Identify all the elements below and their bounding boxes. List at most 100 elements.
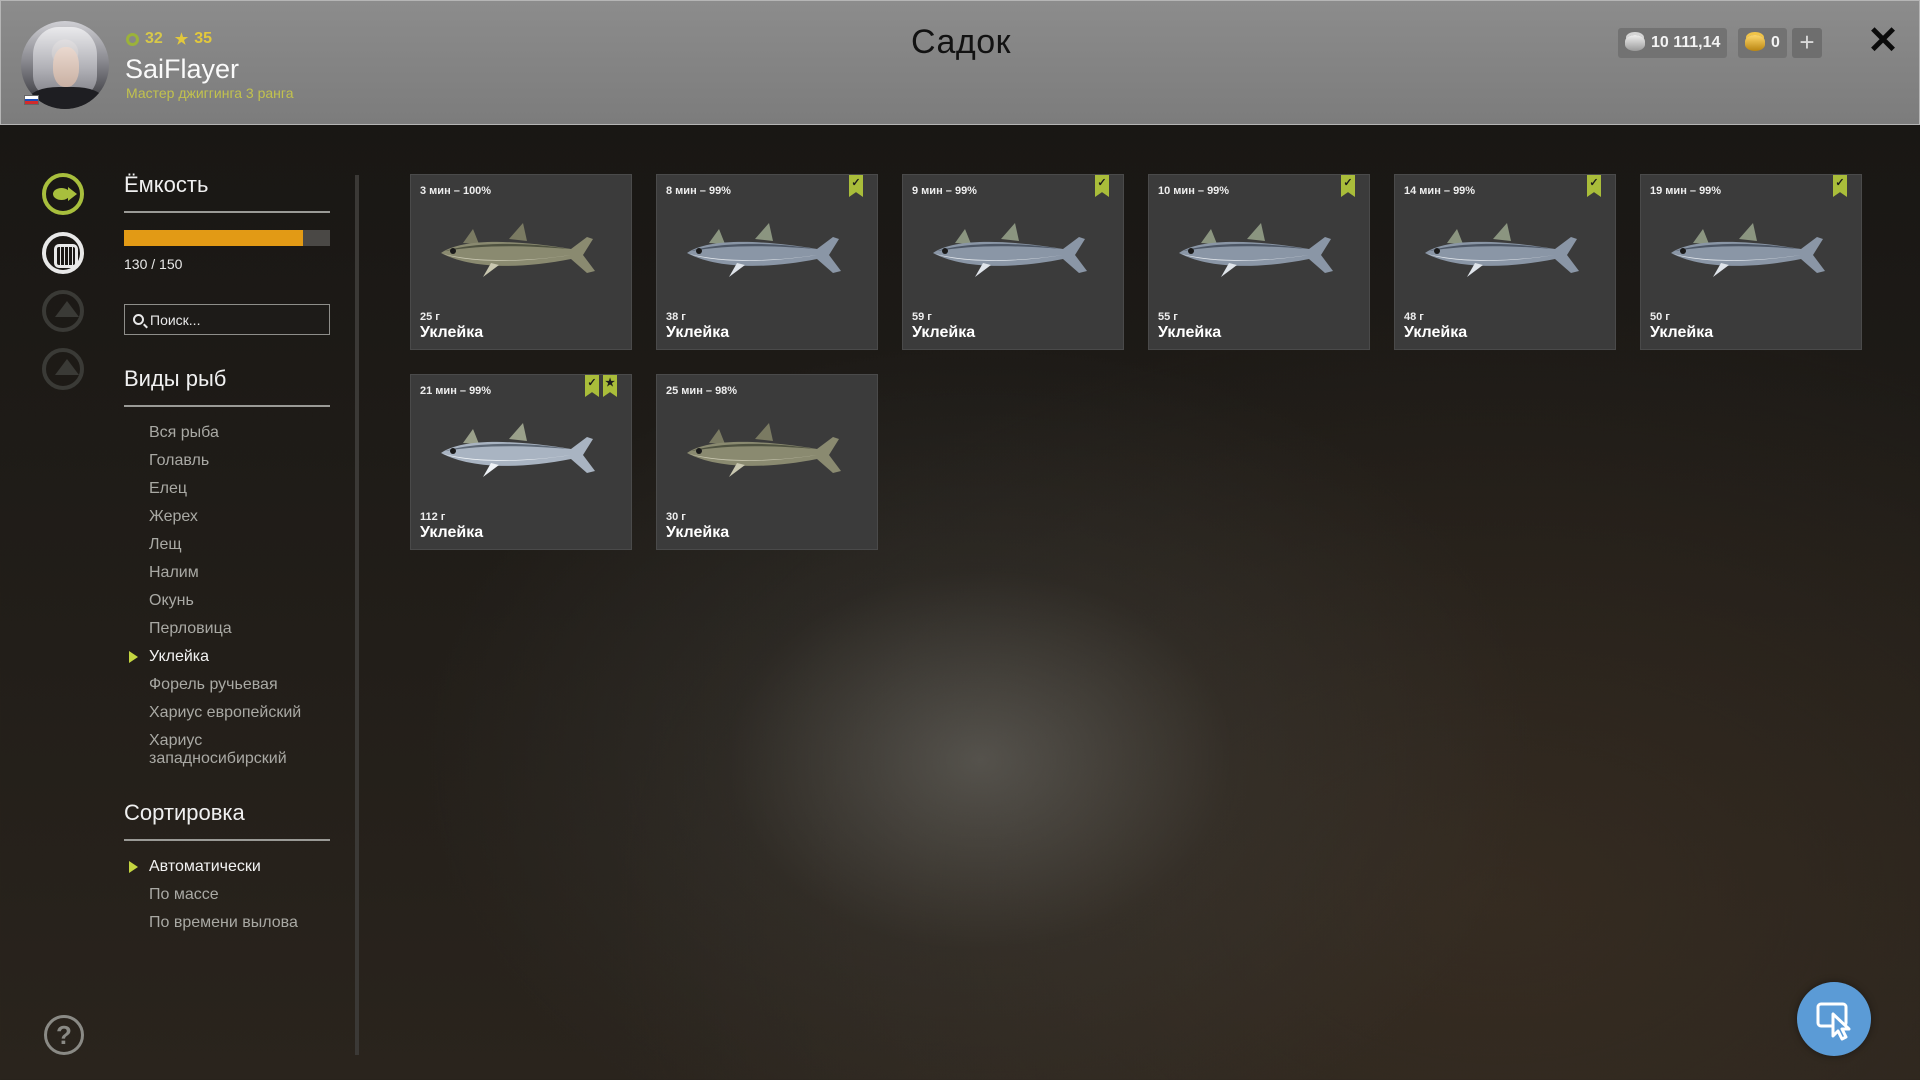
bleak-fish-image xyxy=(687,223,841,277)
capacity-bar xyxy=(124,230,330,246)
bookmark-check-icon: ✓ xyxy=(1341,175,1355,197)
fish-name: Уклейка xyxy=(1158,324,1222,341)
catch-time: 19 мин – 99% xyxy=(1650,185,1722,197)
fish-weight: 48 г xyxy=(1404,311,1424,323)
card-badges: ✓ xyxy=(1587,175,1601,197)
trophy-star-icon: ★ xyxy=(603,375,617,397)
species-filter-item[interactable]: Окунь xyxy=(124,592,339,610)
sort-option-item[interactable]: По времени вылова xyxy=(124,914,339,932)
fish-card[interactable]: 25 мин – 98% 30 г Уклейка xyxy=(656,374,878,550)
catch-time: 25 мин – 98% xyxy=(666,385,738,397)
silver-balance: 10 111,14 xyxy=(1618,28,1728,58)
fish-card[interactable]: 14 мин – 99% ✓ 48 г Уклейка xyxy=(1394,174,1616,350)
species-filter-item[interactable]: Перловица xyxy=(124,620,339,638)
catch-time: 10 мин – 99% xyxy=(1158,185,1230,197)
fish-weight: 55 г xyxy=(1158,311,1178,323)
top-bar: 32 ★ 35 SaiFlayer Мастер джиггинга 3 ран… xyxy=(0,0,1920,125)
home-tab-icon[interactable] xyxy=(42,348,84,390)
add-currency-button[interactable]: + xyxy=(1792,28,1822,58)
sort-option-item[interactable]: По массе xyxy=(124,886,339,904)
card-badges: ✓ xyxy=(849,175,863,197)
search-box[interactable] xyxy=(124,304,330,335)
fish-name: Уклейка xyxy=(420,324,484,341)
fish-weight: 25 г xyxy=(420,311,440,323)
capacity-divider xyxy=(124,211,330,213)
search-icon xyxy=(133,314,144,325)
bleak-fish-image xyxy=(1425,223,1579,277)
fish-name: Уклейка xyxy=(666,324,730,341)
silver-amount: 10 111,14 xyxy=(1651,34,1721,51)
species-filter-item[interactable]: Лещ xyxy=(124,536,339,554)
species-filter-item[interactable]: Хариус европейский xyxy=(124,704,339,722)
sort-option-item[interactable]: Автоматически xyxy=(124,858,339,876)
bookmark-check-icon: ✓ xyxy=(1095,175,1109,197)
fish-tab-icon[interactable] xyxy=(42,173,84,215)
catch-time: 14 мин – 99% xyxy=(1404,185,1476,197)
sorting-divider xyxy=(124,839,330,841)
panel-divider xyxy=(355,175,359,1055)
sorting-title: Сортировка xyxy=(124,800,245,825)
catch-time: 8 мин – 99% xyxy=(666,185,731,197)
card-badges: ✓ xyxy=(1341,175,1355,197)
species-filter-item[interactable]: Елец xyxy=(124,480,339,498)
silver-coin-icon xyxy=(1625,35,1645,51)
fish-card[interactable]: 19 мин – 99% ✓ 50 г Уклейка xyxy=(1640,174,1862,350)
species-filter-item[interactable]: Голавль xyxy=(124,452,339,470)
bookmark-check-icon: ✓ xyxy=(1833,175,1847,197)
species-filter-item[interactable]: Форель ручьевая xyxy=(124,676,339,694)
gold-balance: 0 xyxy=(1738,28,1787,58)
player-rank-title: Мастер джиггинга 3 ранга xyxy=(126,85,294,101)
bookmark-check-icon: ✓ xyxy=(585,375,599,397)
species-filter-item[interactable]: Хариус западносибирский xyxy=(124,732,339,768)
fish-weight: 38 г xyxy=(666,311,686,323)
fish-weight: 30 г xyxy=(666,511,686,523)
fish-name: Уклейка xyxy=(666,524,730,541)
capacity-text: 130 / 150 xyxy=(124,256,183,272)
species-divider xyxy=(124,405,330,407)
fish-name: Уклейка xyxy=(420,524,484,541)
card-badges: ✓ xyxy=(1095,175,1109,197)
fish-card[interactable]: 10 мин – 99% ✓ 55 г Уклейка xyxy=(1148,174,1370,350)
cursor-icon xyxy=(1816,1002,1851,1041)
fish-name: Уклейка xyxy=(912,324,976,341)
keepnet-tab-icon[interactable] xyxy=(42,232,84,274)
cursor-mode-button[interactable] xyxy=(1797,982,1871,1056)
bookmark-check-icon: ✓ xyxy=(849,175,863,197)
gold-coin-icon xyxy=(1745,35,1765,51)
species-filter-item[interactable]: Налим xyxy=(124,564,339,582)
russia-flag-icon xyxy=(24,95,39,105)
bleak-fish-image xyxy=(687,423,841,477)
catch-time: 3 мин – 100% xyxy=(420,185,492,197)
fish-weight: 112 г xyxy=(420,511,446,523)
species-title: Виды рыб xyxy=(124,366,227,391)
close-button[interactable]: ✕ xyxy=(1863,21,1903,61)
species-filter-item[interactable]: Жерех xyxy=(124,508,339,526)
bleak-fish-image xyxy=(441,423,595,477)
fish-card[interactable]: 8 мин – 99% ✓ 38 г Уклейка xyxy=(656,174,878,350)
rank-tab-icon[interactable] xyxy=(42,290,84,332)
help-icon[interactable]: ? xyxy=(44,1015,84,1055)
species-filter-item[interactable]: Вся рыба xyxy=(124,424,339,442)
gold-amount: 0 xyxy=(1771,34,1780,51)
fish-name: Уклейка xyxy=(1650,324,1714,341)
species-filter-item[interactable]: Уклейка xyxy=(124,648,339,666)
catch-time: 21 мин – 99% xyxy=(420,385,492,397)
fish-name: Уклейка xyxy=(1404,324,1468,341)
bleak-fish-image xyxy=(441,223,595,277)
fish-card[interactable]: 3 мин – 100% 25 г Уклейка xyxy=(410,174,632,350)
species-list: Вся рыба Голавль Елец Жерех Лещ Налим Окунь Пер… xyxy=(124,424,339,778)
fish-weight: 59 г xyxy=(912,311,932,323)
catch-time: 9 мин – 99% xyxy=(912,185,977,197)
bleak-fish-image xyxy=(933,223,1087,277)
capacity-fill xyxy=(124,230,303,246)
bleak-fish-image xyxy=(1179,223,1333,277)
sorting-list: Автоматически По массе По времени вылова xyxy=(124,858,339,942)
bleak-fish-image xyxy=(1671,223,1825,277)
fish-card[interactable]: 21 мин – 99% ✓ ★ 112 г Уклейка xyxy=(410,374,632,550)
card-badges: ✓ xyxy=(1833,175,1847,197)
fish-card[interactable]: 9 мин – 99% ✓ 59 г Уклейка xyxy=(902,174,1124,350)
capacity-title: Ёмкость xyxy=(124,172,209,197)
bookmark-check-icon: ✓ xyxy=(1587,175,1601,197)
search-input[interactable] xyxy=(150,311,320,328)
fish-weight: 50 г xyxy=(1650,311,1670,323)
